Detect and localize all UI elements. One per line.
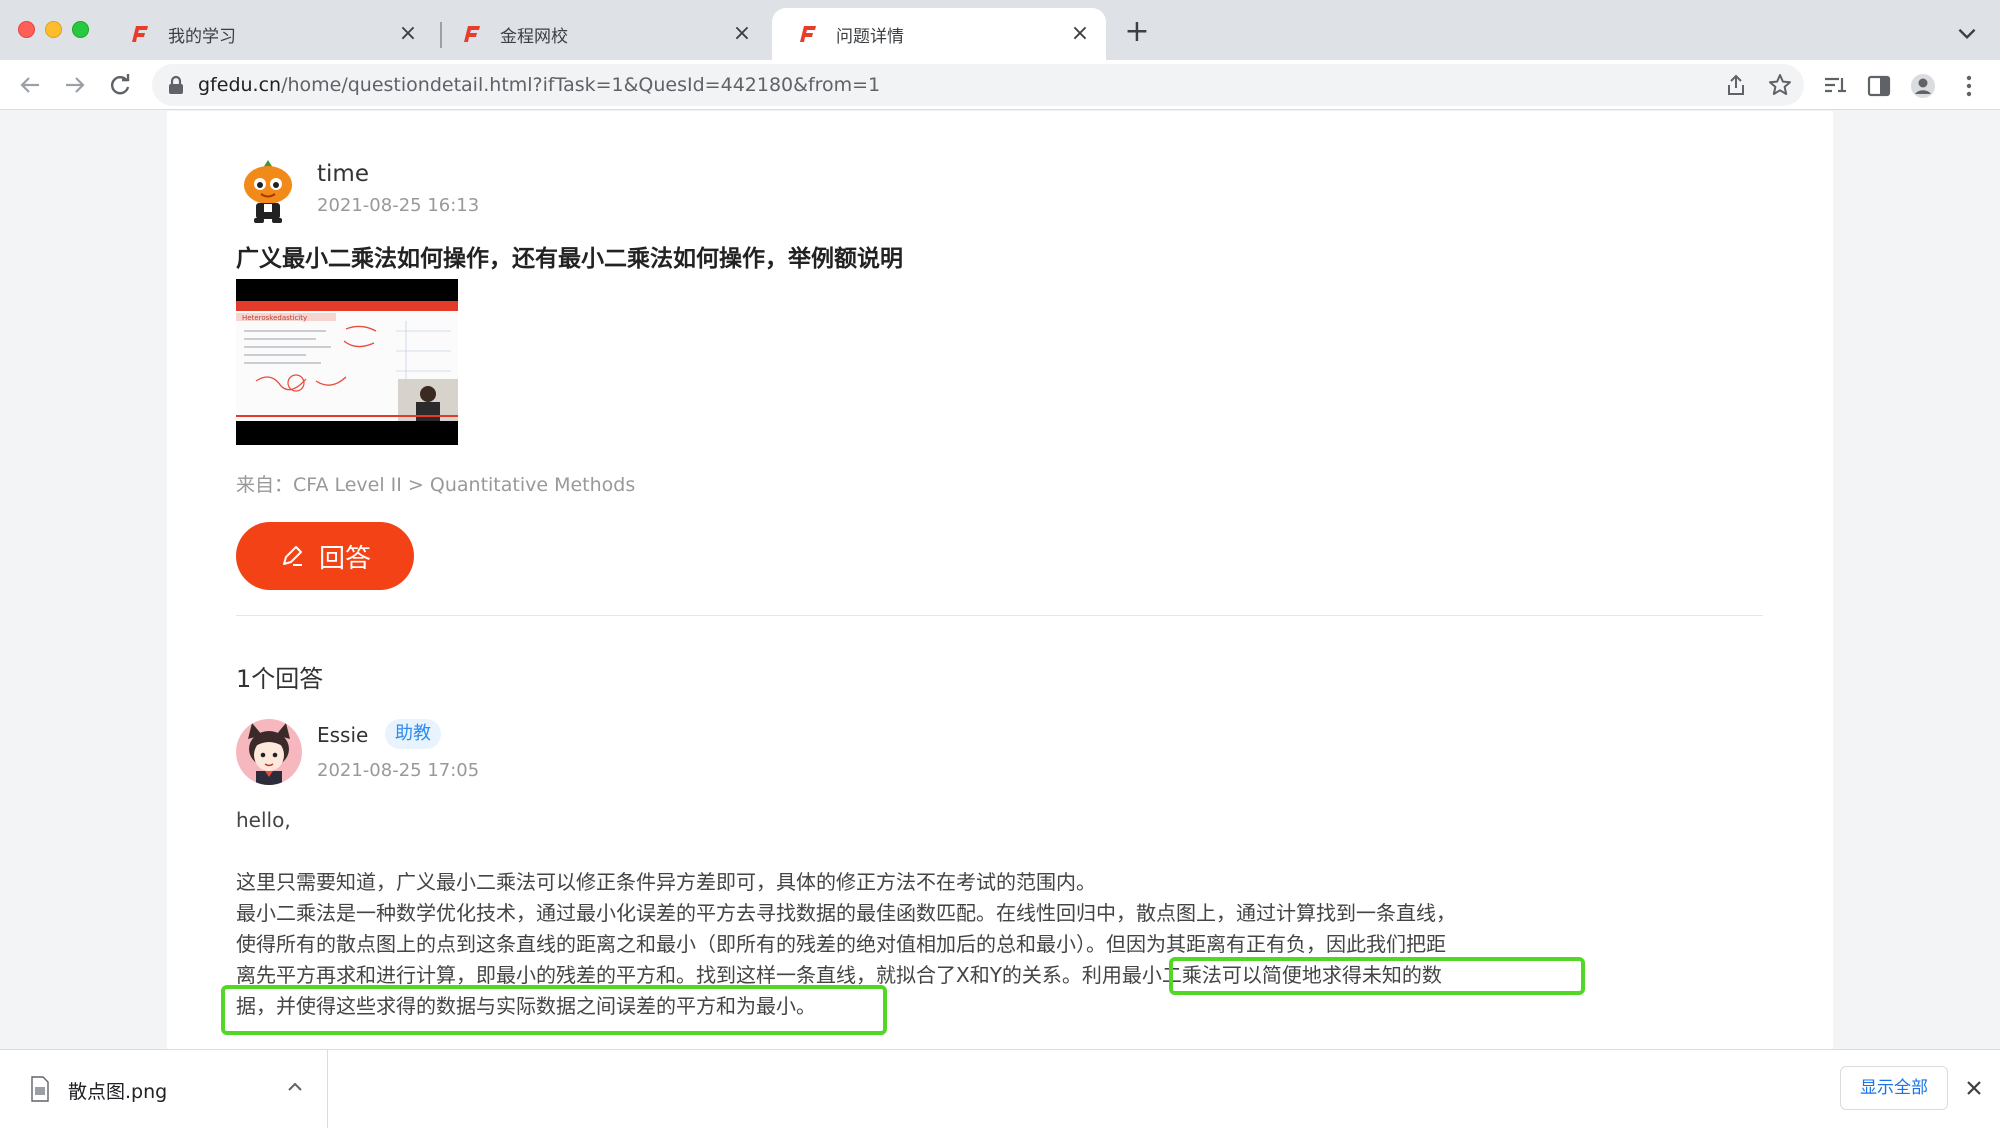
minimize-window-button[interactable]: [45, 21, 62, 38]
lecture-slide-image: Heteroskedasticity: [236, 301, 458, 421]
answer-paragraph-1: 这里只需要知道，广义最小二乘法可以修正条件异方差即可，具体的修正方法不在考试的范…: [236, 870, 1096, 894]
forward-arrow-icon[interactable]: [60, 70, 90, 100]
back-arrow-icon[interactable]: [15, 70, 45, 100]
side-panel-icon[interactable]: [1866, 73, 1892, 99]
question-username: time: [317, 161, 369, 187]
more-menu-icon[interactable]: [1956, 73, 1982, 99]
tab-my-learning[interactable]: 我的学习 ×: [104, 8, 434, 60]
ta-badge: 助教: [385, 719, 441, 749]
answer-line: 使得所有的散点图上的点到这条直线的距离之和最小（即所有的残差的绝对值相加后的总和…: [236, 932, 1446, 956]
answerer-username: Essie: [317, 723, 369, 747]
url-text[interactable]: gfedu.cn/home/questiondetail.html?ifTask…: [198, 74, 880, 96]
divider: [236, 615, 1763, 616]
tab-title: 我的学习: [168, 26, 236, 47]
gfedu-logo-icon: [800, 26, 816, 42]
tab-strip: 我的学习 × 金程网校 × 问题详情 × +: [0, 0, 2000, 60]
lock-icon[interactable]: [167, 75, 185, 95]
chevron-up-icon[interactable]: [286, 1078, 304, 1096]
answer-text-segment: 离先平方再求和进行计算，即最小的残差的平方和。找到这样一条直线，就拟合了X和Y的…: [236, 963, 1082, 987]
close-icon[interactable]: ×: [730, 22, 754, 46]
answer-greeting: hello,: [236, 808, 291, 832]
close-window-button[interactable]: [18, 21, 35, 38]
highlight-box: [1169, 957, 1585, 995]
cat-girl-avatar-icon: [248, 723, 290, 785]
answerer-avatar: [236, 719, 302, 785]
answer-button[interactable]: 回答: [236, 522, 414, 590]
zoom-window-button[interactable]: [72, 21, 89, 38]
page-viewport: time 2021-08-25 16:13 广义最小二乘法如何操作，还有最小二乘…: [0, 111, 2000, 1049]
show-all-button[interactable]: 显示全部: [1840, 1066, 1948, 1110]
answer-button-label: 回答: [318, 543, 371, 574]
close-icon[interactable]: [1962, 1076, 1986, 1100]
question-screenshot-thumbnail[interactable]: Heteroskedasticity: [236, 279, 458, 445]
question-date: 2021-08-25 16:13: [317, 195, 480, 216]
answer-line: 最小二乘法是一种数学优化技术，通过最小化误差的平方去寻找数据的最佳函数匹配。在线…: [236, 901, 1456, 925]
slide-heading-text: Heteroskedasticity: [242, 314, 307, 322]
reading-list-icon[interactable]: [1822, 73, 1848, 99]
gfedu-logo-icon: [132, 26, 148, 42]
tab-title: 问题详情: [836, 26, 904, 47]
tab-question-detail[interactable]: 问题详情 ×: [772, 8, 1106, 60]
download-file-name: 散点图.png: [68, 1081, 168, 1103]
orange-mascot-avatar: [244, 160, 292, 223]
address-bar[interactable]: gfedu.cn/home/questiondetail.html?ifTask…: [152, 64, 1804, 106]
close-icon[interactable]: ×: [1068, 22, 1092, 46]
bookmark-star-icon[interactable]: [1768, 73, 1792, 97]
url-host: gfedu.cn: [198, 74, 282, 96]
tab-jincheng[interactable]: 金程网校 ×: [436, 8, 768, 60]
download-item[interactable]: 散点图.png: [0, 1050, 328, 1128]
image-file-icon: [31, 1076, 49, 1102]
highlight-box: [221, 985, 887, 1035]
url-path: /home/questiondetail.html?ifTask=1&QuesI…: [281, 74, 881, 96]
answer-date: 2021-08-25 17:05: [317, 760, 480, 781]
question-source: 来自：CFA Level II > Quantitative Methods: [236, 474, 636, 496]
new-tab-plus-icon[interactable]: +: [1122, 17, 1152, 48]
download-shelf: 散点图.png 显示全部: [0, 1049, 2000, 1128]
chevron-down-icon[interactable]: [1954, 20, 1980, 46]
tab-title: 金程网校: [500, 26, 568, 47]
question-title: 广义最小二乘法如何操作，还有最小二乘法如何操作，举例额说明: [236, 246, 903, 272]
profile-avatar-icon[interactable]: [1910, 73, 1936, 99]
gfedu-logo-icon: [464, 26, 480, 42]
browser-toolbar: gfedu.cn/home/questiondetail.html?ifTask…: [0, 60, 2000, 110]
reload-icon[interactable]: [105, 70, 135, 100]
share-icon[interactable]: [1724, 73, 1748, 97]
close-icon[interactable]: ×: [396, 22, 420, 46]
lecture-slide-drawing: Heteroskedasticity: [236, 301, 458, 421]
pen-icon: [282, 546, 302, 566]
answer-count: 1个回答: [236, 665, 324, 693]
question-card: time 2021-08-25 16:13 广义最小二乘法如何操作，还有最小二乘…: [167, 111, 1833, 1049]
